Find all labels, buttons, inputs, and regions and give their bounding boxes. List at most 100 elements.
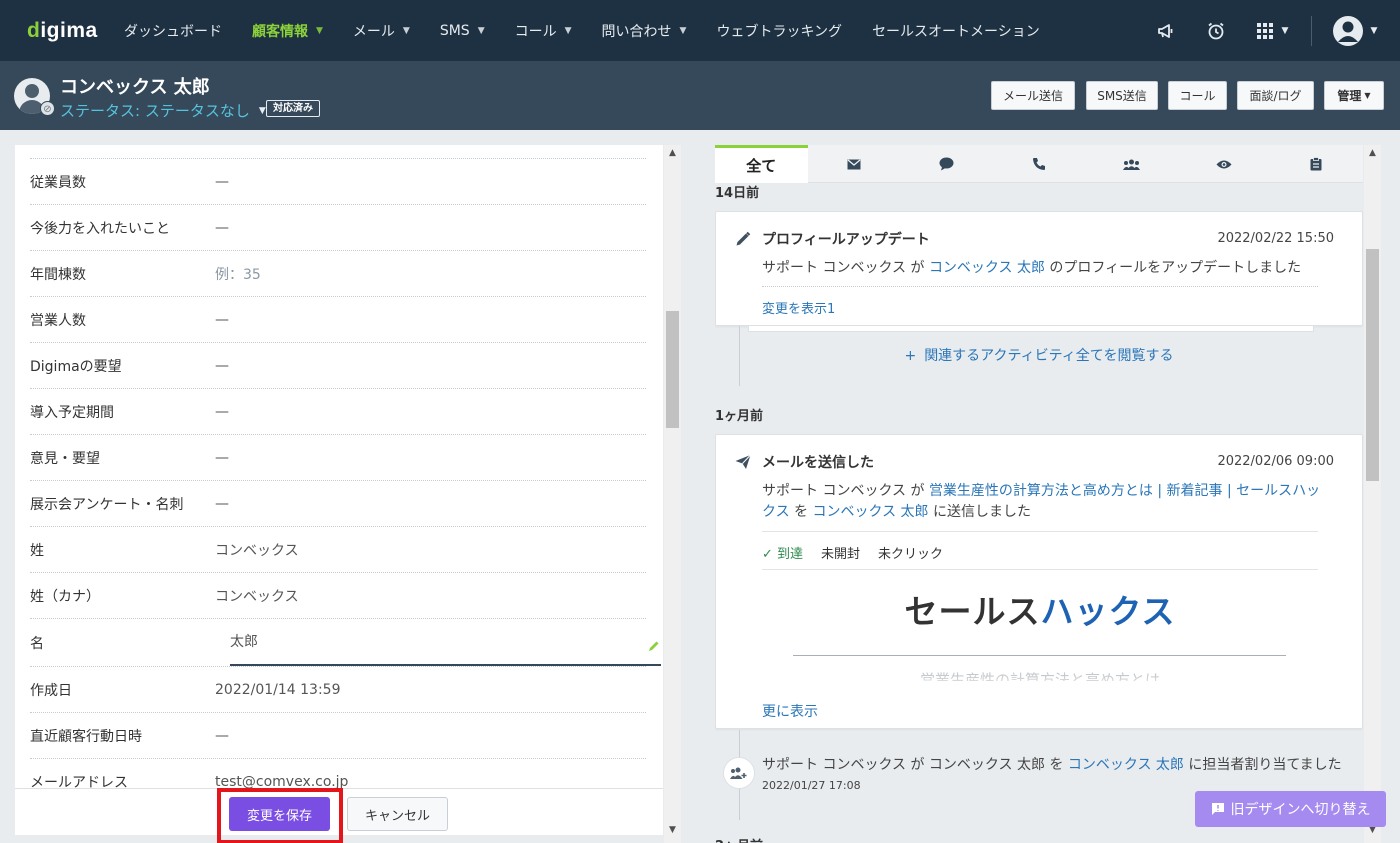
customer-fields-panel: 従業員数 — 今後力を入れたいこと — 年間棟数 例：35 営業人数 — Digimaの… <box>15 145 663 835</box>
nav-right-icons: ▼ ▼ <box>1141 0 1400 61</box>
right-scrollbar[interactable]: ▲ ▼ <box>1364 145 1381 843</box>
apps-grid-icon[interactable]: ▼ <box>1241 0 1303 61</box>
field-row[interactable]: 直近顧客行動日時 — <box>30 713 646 759</box>
show-changes-link[interactable]: 変更を表示1 <box>762 298 835 317</box>
field-row[interactable]: 今後力を入れたいこと — <box>30 205 646 251</box>
field-label: 今後力を入れたいこと <box>30 220 170 237</box>
nav-sales-automation[interactable]: セールスオートメーション <box>872 21 1040 41</box>
tab-call[interactable] <box>993 145 1086 183</box>
mail-icon <box>847 159 861 169</box>
nav-label: ウェブトラッキング <box>716 23 843 40</box>
field-row[interactable]: 導入予定期間 — <box>30 389 646 435</box>
field-row[interactable]: 年間棟数 例：35 <box>30 251 646 297</box>
nav-sms[interactable]: SMS ▼ <box>440 23 485 39</box>
tab-mail[interactable] <box>808 145 901 183</box>
phone-icon <box>1032 158 1045 170</box>
nav-web-tracking[interactable]: ウェブトラッキング <box>716 21 842 41</box>
text: に送信しました <box>928 504 1031 520</box>
text: サポート コンベックス が <box>762 483 929 499</box>
activity-time: 2022/02/22 15:50 <box>1217 231 1334 246</box>
call-button[interactable]: コール <box>1168 81 1227 110</box>
field-value: — <box>215 357 229 374</box>
card-divider <box>762 286 1318 287</box>
pencil-icon[interactable] <box>648 640 660 652</box>
user-avatar-icon[interactable]: ▼ <box>1320 0 1390 61</box>
field-label: 作成日 <box>30 682 72 699</box>
view-related-activities-link[interactable]: + 関連するアクティビティ全てを閲覧する <box>715 345 1363 365</box>
status-dropdown[interactable]: ステータス: ステータスなし ▼ <box>60 100 266 121</box>
timeline-group-title: 14日前 <box>715 186 760 201</box>
scroll-up-arrow-icon[interactable]: ▲ <box>1364 145 1381 162</box>
left-scrollbar[interactable]: ▲ ▼ <box>664 145 681 843</box>
send-mail-button[interactable]: メール送信 <box>991 81 1075 110</box>
field-row[interactable]: 姓 コンベックス <box>30 527 646 573</box>
chevron-down-icon: ▼ <box>1370 25 1378 36</box>
field-row[interactable]: 意見・要望 — <box>30 435 646 481</box>
field-row[interactable]: 姓（カナ） コンベックス <box>30 573 646 619</box>
customer-link[interactable]: コンベックス 太郎 <box>813 504 929 520</box>
scroll-down-arrow-icon[interactable]: ▼ <box>664 822 681 839</box>
alarm-clock-icon[interactable] <box>1191 0 1241 61</box>
preview-divider <box>793 655 1286 656</box>
tab-meeting[interactable] <box>1085 145 1178 183</box>
meeting-log-button[interactable]: 面談/ログ <box>1237 81 1314 110</box>
field-value: 2022/01/14 13:59 <box>215 681 341 698</box>
first-name-input[interactable]: 太郎 <box>230 631 258 651</box>
field-label: 意見・要望 <box>30 450 100 467</box>
show-more-link[interactable]: 更に表示 <box>762 701 818 721</box>
field-row-editing[interactable]: 名 太郎 <box>30 619 661 667</box>
activity-description: サポート コンベックス が コンベックス 太郎 のプロフィールをアップデートしま… <box>762 258 1322 279</box>
chevron-down-icon: ▼ <box>258 105 266 116</box>
nav-label: SMS <box>439 22 470 39</box>
profile-update-card: プロフィールアップデート 2022/02/22 15:50 サポート コンベック… <box>715 211 1363 326</box>
email-subject-link[interactable]: クス <box>762 504 790 520</box>
nav-customer-info[interactable]: 顧客情報 ▼ <box>252 21 323 41</box>
logo[interactable]: digima <box>27 19 107 43</box>
field-row[interactable]: Digimaの要望 — <box>30 343 646 389</box>
field-label: 姓（カナ） <box>30 588 100 605</box>
activity-timeline-panel: 全て 14日前 プロフィールアップデート 2022/02/22 15:50 サポ… <box>715 145 1363 843</box>
fade-overlay <box>716 675 1362 695</box>
paper-plane-icon <box>735 454 751 469</box>
cancel-button[interactable]: キャンセル <box>347 797 448 831</box>
field-row[interactable]: 作成日 2022/01/14 13:59 <box>30 667 646 713</box>
scroll-up-arrow-icon[interactable]: ▲ <box>664 145 681 162</box>
nav-label: メール <box>352 23 395 40</box>
manage-dropdown-button[interactable]: 管理 ▼ <box>1324 81 1384 110</box>
field-label: 姓 <box>30 542 44 559</box>
tab-notes[interactable] <box>1270 145 1363 183</box>
field-value: — <box>215 727 229 744</box>
switch-old-design-button[interactable]: 旧デザインへ切り替え <box>1195 791 1386 827</box>
field-value: — <box>215 173 229 190</box>
delivery-status: ✓ 到達 未開封 未クリック <box>762 543 961 562</box>
nav-label: ダッシュボード <box>124 23 222 40</box>
chevron-down-icon: ▼ <box>477 25 485 36</box>
send-sms-button[interactable]: SMS送信 <box>1086 81 1158 110</box>
text: サポート コンベックス が コンベックス 太郎 を <box>762 757 1068 773</box>
tab-all[interactable]: 全て <box>715 145 808 183</box>
mail-sent-card: メールを送信した 2022/02/06 09:00 サポート コンベックス が … <box>715 434 1363 729</box>
field-row[interactable]: 展示会アンケート・名刺 — <box>30 481 646 527</box>
customer-link[interactable]: コンベックス 太郎 <box>929 260 1045 276</box>
nav-call[interactable]: コール ▼ <box>515 21 572 41</box>
scroll-thumb[interactable] <box>666 311 679 428</box>
tab-views[interactable] <box>1178 145 1271 183</box>
assignee-link[interactable]: コンベックス 太郎 <box>1068 757 1184 773</box>
nav-dashboard[interactable]: ダッシュボード <box>124 21 222 41</box>
nav-mail[interactable]: メール ▼ <box>353 21 410 41</box>
field-row[interactable]: 営業人数 — <box>30 297 646 343</box>
nav-label: 問い合わせ <box>601 23 672 40</box>
tab-chat[interactable] <box>900 145 993 183</box>
field-placeholder: 例：35 <box>215 266 261 283</box>
email-subject-link[interactable]: 営業生産性の計算方法と高め方とは | 新着記事 | セールスハッ <box>929 483 1320 499</box>
field-label: 名 <box>30 635 44 652</box>
nav-inquiry[interactable]: 問い合わせ ▼ <box>602 21 687 41</box>
field-value: — <box>215 219 229 236</box>
megaphone-icon[interactable] <box>1141 0 1191 61</box>
field-row[interactable]: 従業員数 — <box>30 159 646 205</box>
field-value: — <box>215 311 229 328</box>
highlight-box <box>217 788 343 843</box>
text: に担当者割り当てました <box>1183 757 1342 773</box>
scroll-thumb[interactable] <box>1366 249 1379 481</box>
email-preview-brand: セールスハックス <box>716 585 1362 633</box>
